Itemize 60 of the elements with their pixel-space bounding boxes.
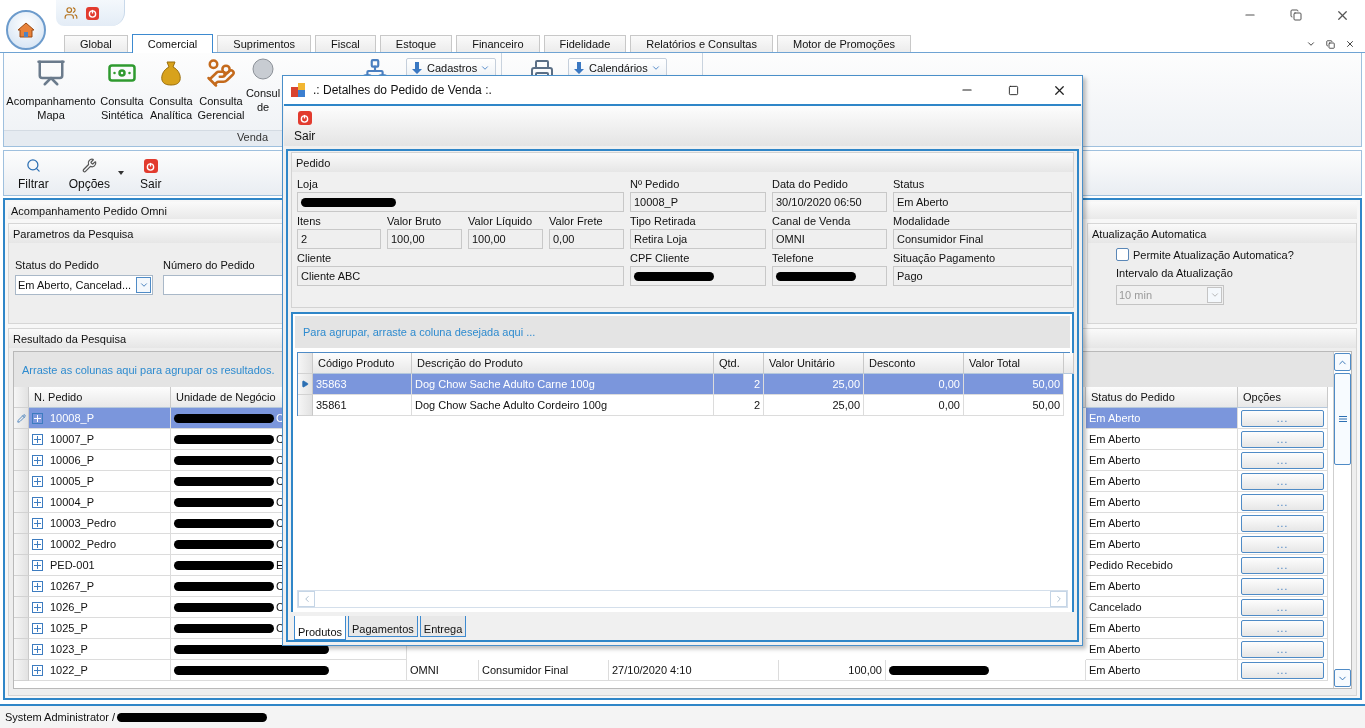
table-cell: 27/10/2020 4:10 <box>609 660 779 681</box>
table-cell: Em Aberto <box>1086 639 1238 660</box>
table-cell: Dog Chow Sache Adulto Carne 100g <box>412 374 714 395</box>
field-label: Número do Pedido <box>163 259 256 271</box>
table-cell: Em Aberto <box>1086 429 1238 450</box>
field-label: Nº Pedido <box>630 178 681 190</box>
table-cell: 2 <box>714 374 764 395</box>
field-label: Situação Pagamento <box>893 252 997 264</box>
order-number: 10008_P <box>50 412 95 424</box>
order-number: 10267_P <box>50 580 95 592</box>
table-cell: Em Aberto <box>1086 450 1238 471</box>
cell-text: E <box>276 559 284 571</box>
order-number: 10005_P <box>50 475 95 487</box>
table-cell: 25,00 <box>764 395 864 416</box>
table-cell: OMNI <box>407 660 479 681</box>
order-number: PED-001 <box>50 559 95 571</box>
order-number: 1023_P <box>50 643 88 655</box>
table-cell: 50,00 <box>964 395 1064 416</box>
order-number: 10006_P <box>50 454 95 466</box>
table-cell: 35863 <box>313 374 412 395</box>
table-cell: Consumidor Final <box>479 660 609 681</box>
field-label: CPF Cliente <box>630 252 691 264</box>
order-number: 10003_Pedro <box>50 517 117 529</box>
field-label: Status do Pedido <box>15 259 100 271</box>
order-number: 10004_P <box>50 496 95 508</box>
table-cell: Em Aberto <box>1086 408 1238 429</box>
table-cell: Em Aberto <box>1086 618 1238 639</box>
group-by-hint: Para agrupar, arraste a coluna desejada aqui ... <box>295 316 1070 348</box>
order-number: 1025_P <box>50 622 88 634</box>
field-label: Data do Pedido <box>772 178 849 190</box>
table-cell: Em Aberto <box>1086 513 1238 534</box>
table-cell: Em Aberto <box>1086 471 1238 492</box>
field-label: Cliente <box>297 252 333 264</box>
order-number: 10002_Pedro <box>50 538 117 550</box>
group-title: Pedido <box>292 153 1073 172</box>
table-cell: 0,00 <box>864 374 964 395</box>
table-cell: 0,00 <box>864 395 964 416</box>
field-label: Status <box>893 178 926 190</box>
field-label: Intervalo da Atualização <box>1116 267 1234 279</box>
dialog-title: .: Detalhes do Pedido de Venda :. <box>313 83 492 97</box>
table-cell: Dog Chow Sache Adulto Cordeiro 100g <box>412 395 714 416</box>
table-cell: 100,00 <box>779 660 886 681</box>
table-cell: Em Aberto <box>1086 660 1238 681</box>
table-cell: Em Aberto <box>1086 534 1238 555</box>
order-number: 10007_P <box>50 433 95 445</box>
group-title: Atualização Automatica <box>1088 224 1356 243</box>
table-cell: Em Aberto <box>1086 492 1238 513</box>
order-number: 1022_P <box>50 664 88 676</box>
table-cell: Em Aberto <box>1086 576 1238 597</box>
table-cell: 50,00 <box>964 374 1064 395</box>
status-user: System Administrator / <box>5 711 116 723</box>
field-label: Telefone <box>772 252 815 264</box>
table-cell: 25,00 <box>764 374 864 395</box>
table-cell: 2 <box>714 395 764 416</box>
table-cell: Cancelado <box>1086 597 1238 618</box>
table-cell: Pedido Recebido <box>1086 555 1238 576</box>
checkbox-label: Permite Atualização Automatica? <box>1133 248 1294 261</box>
table-cell: 35861 <box>313 395 412 416</box>
order-number: 1026_P <box>50 601 88 613</box>
field-label: Loja <box>297 178 319 190</box>
